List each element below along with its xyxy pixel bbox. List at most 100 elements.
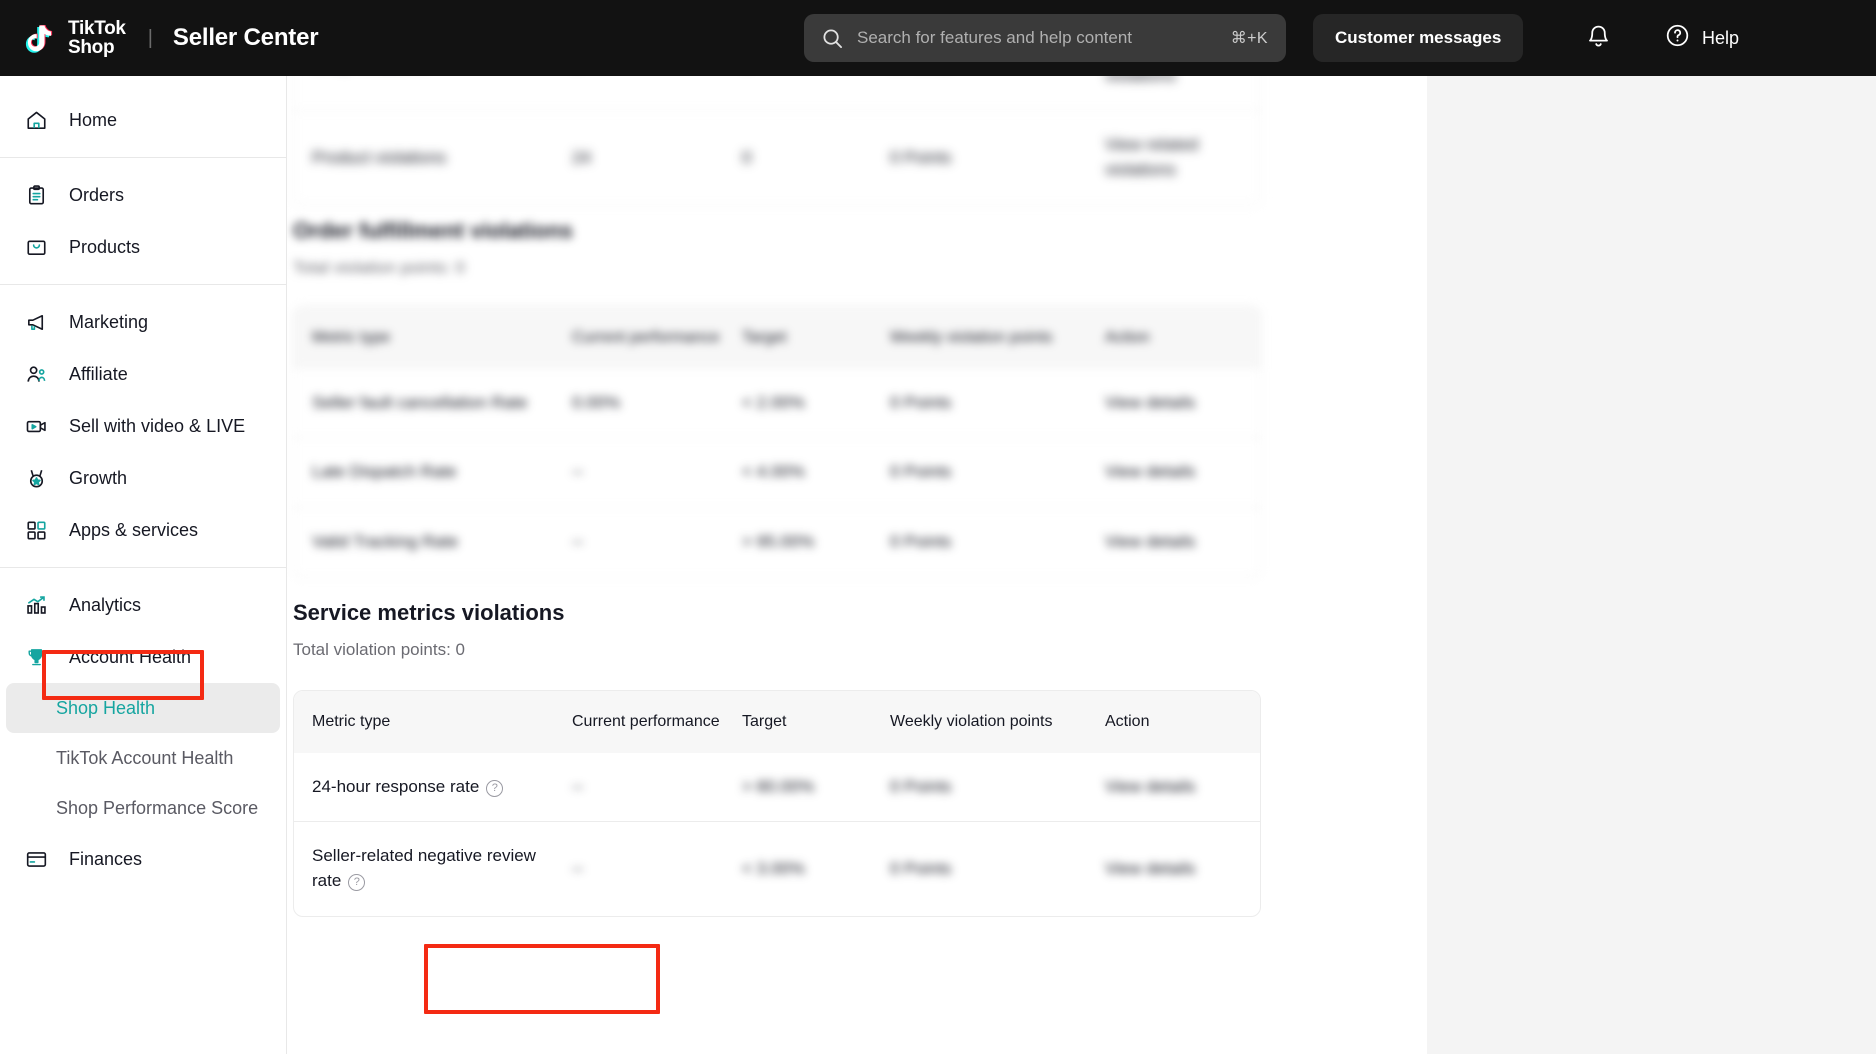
top-table-wrapper: Shop violations 0 0 0 Points View relate…	[293, 76, 1261, 206]
medal-icon	[24, 466, 48, 490]
cell-metric-label: Seller-related negative review rate	[312, 846, 536, 890]
cell-target: < 3.00%	[724, 822, 872, 916]
sidebar-item-marketing[interactable]: Marketing	[6, 296, 280, 348]
brand-wordmark-line2: Shop	[68, 38, 126, 57]
main-content: Shop violations 0 0 0 Points View relate…	[287, 76, 1876, 1054]
cell-metric-label: 24-hour response rate	[312, 777, 479, 796]
sidebar-item-account-health[interactable]: Account Health	[6, 631, 280, 683]
cell-action[interactable]: View details	[1087, 753, 1261, 822]
sidebar-item-label: Affiliate	[69, 364, 128, 385]
table-header-row: Metric type Current performance Target W…	[294, 691, 1261, 753]
grid-icon	[24, 518, 48, 542]
cell-current: --	[554, 822, 724, 916]
service-metrics-subtitle: Total violation points: 0	[293, 640, 1261, 660]
sidebar-item-label: Orders	[69, 185, 124, 206]
clipboard-icon	[24, 183, 48, 207]
cell-action[interactable]: View related violations	[1087, 111, 1261, 205]
cell-action[interactable]: View details	[1087, 822, 1261, 916]
cell-current: 0.00%	[554, 369, 724, 438]
card-icon	[24, 847, 48, 871]
cell-points: 0 Points	[872, 507, 1087, 576]
help-tooltip-icon[interactable]: ?	[348, 874, 365, 891]
order-fulfillment-subtitle: Total violation points: 0	[293, 258, 1261, 278]
cell-action[interactable]: View details	[1087, 369, 1261, 438]
sidebar-item-orders[interactable]: Orders	[6, 169, 280, 221]
sidebar-divider-2	[0, 284, 286, 285]
order-fulfillment-violations-section: Order fulfillment violations Total viola…	[293, 218, 1261, 578]
table-row[interactable]: Valid Tracking Rate -- > 95.00% 0 Points…	[294, 507, 1261, 576]
sidebar-item-analytics[interactable]: Analytics	[6, 579, 280, 631]
cell-metric: Valid Tracking Rate	[294, 507, 554, 576]
sidebar-subitem-label: Shop Performance Score	[56, 798, 258, 819]
sidebar-item-home[interactable]: Home	[6, 94, 280, 146]
sidebar-subitem-label: Shop Health	[56, 698, 155, 719]
help-label: Help	[1702, 28, 1739, 49]
service-metrics-table: Metric type Current performance Target W…	[294, 691, 1261, 916]
col-action: Action	[1087, 691, 1261, 753]
order-fulfillment-table-wrapper: Metric type Current performance Target W…	[293, 306, 1261, 578]
notifications-button[interactable]	[1578, 18, 1618, 58]
cell-action[interactable]: View related violations	[1087, 76, 1261, 111]
table-row[interactable]: Product violations 24 0 0 Points View re…	[294, 111, 1261, 205]
help-tooltip-icon[interactable]: ?	[486, 780, 503, 797]
table-header-row: Metric type Current performance Target W…	[294, 307, 1261, 369]
sidebar-item-apps-services[interactable]: Apps & services	[6, 504, 280, 556]
sidebar-item-sell-with-video-live[interactable]: Sell with video & LIVE	[6, 400, 280, 452]
table-row[interactable]: Seller fault cancellation Rate 0.00% < 2…	[294, 369, 1261, 438]
sidebar-item-products[interactable]: Products	[6, 221, 280, 273]
sidebar-item-label: Products	[69, 237, 140, 258]
table-row[interactable]: Late Dispatch Rate -- < 4.00% 0 Points V…	[294, 438, 1261, 508]
customer-messages-button[interactable]: Customer messages	[1313, 14, 1523, 62]
brand-wordmark: TikTok Shop	[68, 19, 126, 58]
table-row[interactable]: Seller-related negative review rate? -- …	[294, 822, 1261, 916]
sidebar-item-shop-performance-score[interactable]: Shop Performance Score	[6, 783, 280, 833]
col-weekly-violation-points: Weekly violation points	[872, 691, 1087, 753]
top-header: TikTok Shop | Seller Center ⌘+K Customer…	[0, 0, 1876, 76]
megaphone-icon	[24, 310, 48, 334]
sidebar-item-finances[interactable]: Finances	[6, 833, 280, 885]
top-violations-table: Shop violations 0 0 0 Points View relate…	[294, 76, 1261, 205]
sidebar-item-tiktok-account-health[interactable]: TikTok Account Health	[6, 733, 280, 783]
violations-table-top-blurred: Shop violations 0 0 0 Points View relate…	[293, 76, 1261, 206]
sidebar-item-label: Growth	[69, 468, 127, 489]
cell-current: --	[554, 753, 724, 822]
brand-block[interactable]: TikTok Shop | Seller Center	[0, 17, 318, 59]
sidebar-item-label: Analytics	[69, 595, 141, 616]
metric-seller-related-negative-review-rate: Seller-related negative review rate?	[294, 822, 554, 916]
bar-chart-icon	[24, 593, 48, 617]
search-input[interactable]	[857, 28, 1231, 48]
sidebar-item-label: Apps & services	[69, 520, 198, 541]
cell-target: < 4.00%	[724, 438, 872, 508]
sidebar-item-label: Finances	[69, 849, 142, 870]
shop-health-card: Shop violations 0 0 0 Points View relate…	[287, 76, 1427, 1054]
table-row[interactable]: 24-hour response rate? -- > 80.00% 0 Poi…	[294, 753, 1261, 822]
cell-points: 0 Points	[872, 369, 1087, 438]
home-icon	[24, 108, 48, 132]
sidebar-item-label: Home	[69, 110, 117, 131]
cell-metric: Product violations	[294, 111, 554, 205]
col-current-performance: Current performance	[554, 691, 724, 753]
search-icon	[822, 28, 843, 49]
cell-metric: Late Dispatch Rate	[294, 438, 554, 508]
app-root: TikTok Shop | Seller Center ⌘+K Customer…	[0, 0, 1876, 1054]
cell-current: 24	[554, 111, 724, 205]
cell-points: 0 Points	[872, 438, 1087, 508]
cell-action[interactable]: View details	[1087, 507, 1261, 576]
sidebar-navigation: Home Orders Products	[0, 76, 287, 1054]
service-metrics-violations-section: Service metrics violations Total violati…	[293, 600, 1261, 917]
sidebar-item-growth[interactable]: Growth	[6, 452, 280, 504]
bell-icon	[1586, 24, 1611, 52]
table-row[interactable]: Shop violations 0 0 0 Points View relate…	[294, 76, 1261, 111]
sidebar-divider-3	[0, 567, 286, 568]
help-button[interactable]: Help	[1665, 16, 1739, 60]
cell-points: 0 Points	[872, 111, 1087, 205]
people-icon	[24, 362, 48, 386]
sidebar-item-affiliate[interactable]: Affiliate	[6, 348, 280, 400]
cell-points: 0 Points	[872, 753, 1087, 822]
sidebar-item-label: Account Health	[69, 647, 191, 668]
sidebar-item-shop-health[interactable]: Shop Health	[6, 683, 280, 733]
cell-metric: Shop violations	[294, 76, 554, 111]
search-bar[interactable]: ⌘+K	[804, 14, 1286, 62]
page-title: Seller Center	[173, 24, 318, 52]
cell-action[interactable]: View details	[1087, 438, 1261, 508]
